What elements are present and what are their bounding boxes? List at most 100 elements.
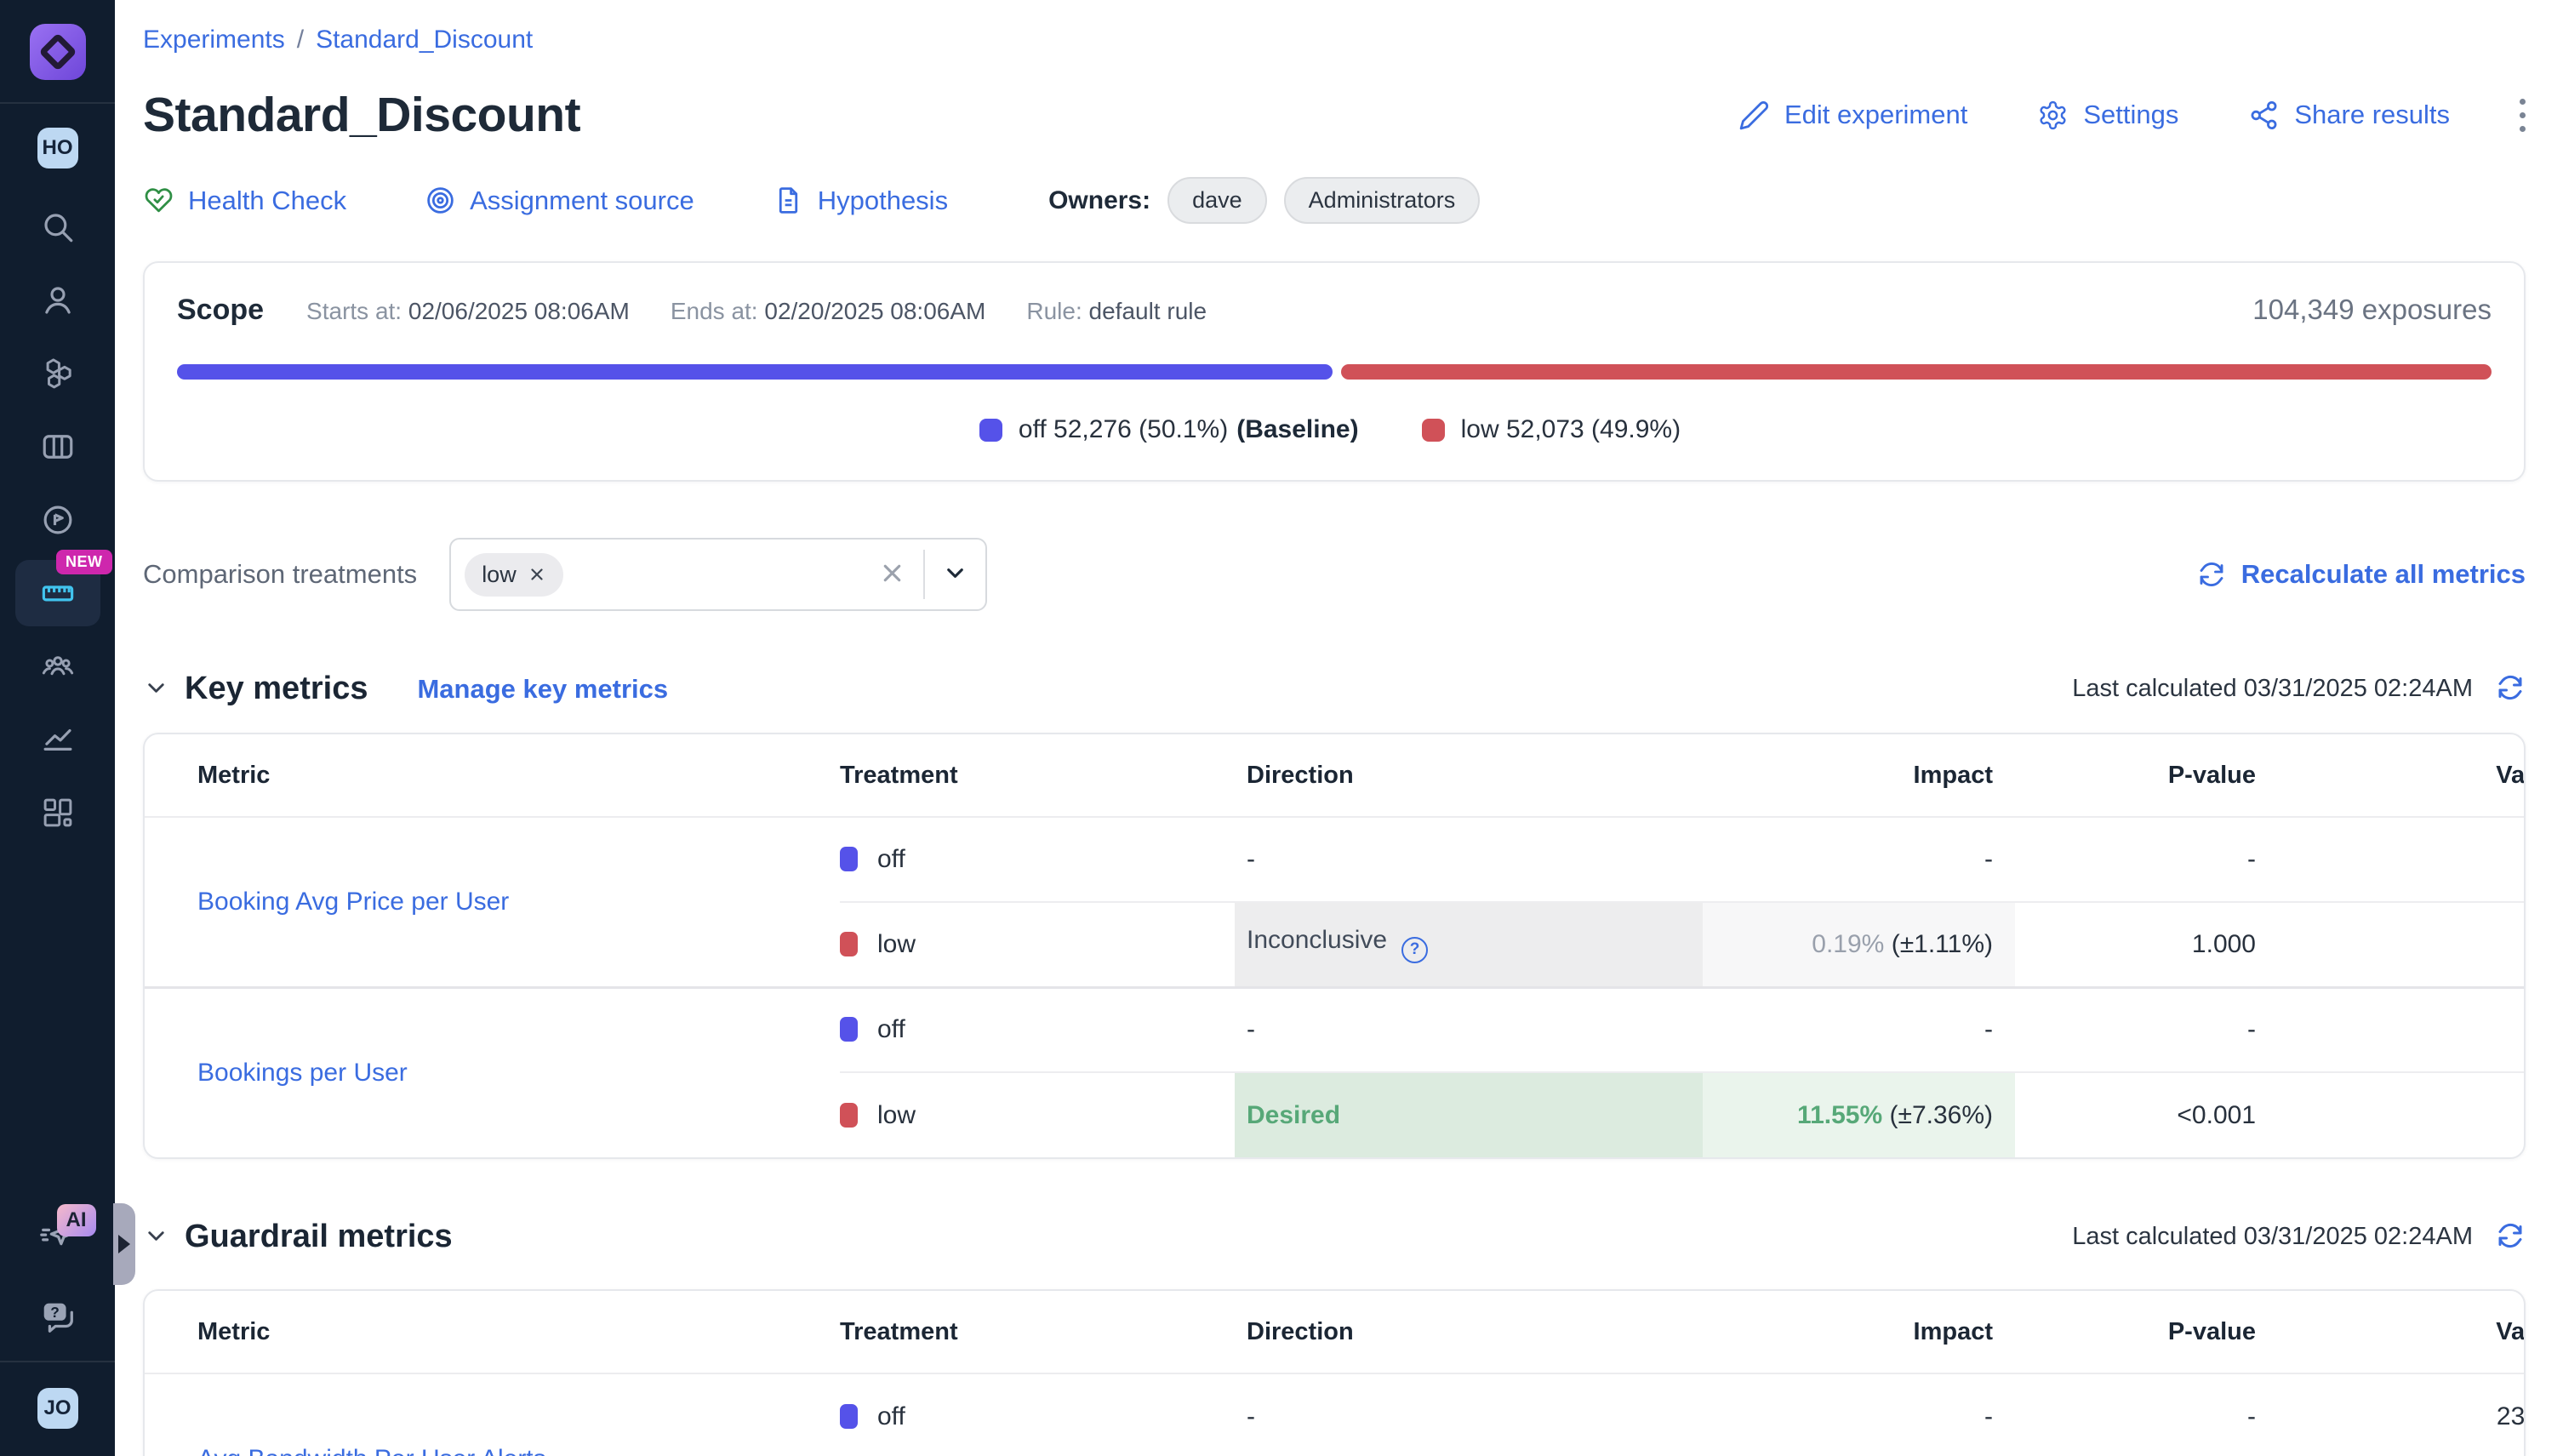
- svg-text:?: ?: [50, 1304, 60, 1321]
- key-metrics-title: Key metrics: [185, 671, 368, 707]
- hypothesis-tag[interactable]: Hypothesis: [773, 185, 948, 216]
- search-icon: [40, 209, 76, 245]
- breadcrumb-current[interactable]: Standard_Discount: [316, 26, 533, 54]
- manage-key-metrics-link[interactable]: Manage key metrics: [417, 674, 668, 705]
- dashboard-grid-icon: [40, 795, 76, 831]
- hexagons-icon: [40, 356, 76, 391]
- workspace-badge[interactable]: HO: [37, 128, 78, 168]
- page-title: Standard_Discount: [143, 87, 580, 143]
- col-treatment: Treatment: [840, 1291, 1235, 1373]
- scope-rule: Rule: default rule: [1026, 298, 1207, 325]
- more-options-button[interactable]: [2520, 99, 2526, 132]
- chip-remove-icon: [528, 565, 546, 584]
- treatment-select[interactable]: low: [449, 538, 987, 611]
- sidebar-item-users[interactable]: [0, 630, 115, 703]
- scope-starts: Starts at: 02/06/2025 08:06AM: [306, 298, 630, 325]
- collapse-guardrail-metrics-button[interactable]: [143, 1223, 169, 1252]
- ai-assistant-button[interactable]: AI: [38, 1218, 77, 1259]
- treatment-swatch: [840, 1017, 858, 1042]
- edit-experiment-button[interactable]: Edit experiment: [1738, 100, 1967, 131]
- treatment-swatch: [840, 847, 858, 871]
- sidebar-item-dashboards[interactable]: [0, 776, 115, 849]
- col-impact: Impact: [1703, 734, 2015, 817]
- exposures-count: 104,349 exposures: [2252, 294, 2492, 326]
- owner-pill[interactable]: dave: [1167, 177, 1267, 224]
- col-direction: Direction: [1235, 1291, 1703, 1373]
- people-group-icon: [40, 648, 76, 684]
- sidebar-item-search[interactable]: [0, 191, 115, 264]
- new-badge: NEW: [56, 550, 112, 574]
- sidebar-divider: [0, 102, 115, 104]
- key-metrics-table: Metric Treatment Direction Impact P-valu…: [145, 734, 2526, 1157]
- treatment-swatch: [840, 1103, 858, 1128]
- title-row: Standard_Discount Edit experiment Settin…: [143, 87, 2526, 143]
- scope-title: Scope: [177, 294, 264, 327]
- guardrail-metrics-card: Metric Treatment Direction Impact P-valu…: [143, 1289, 2526, 1456]
- health-check-tag[interactable]: Health Check: [143, 185, 346, 216]
- treatment-chip-low[interactable]: low: [465, 553, 563, 597]
- guardrail-metrics-header: Guardrail metrics Last calculated 03/31/…: [143, 1219, 2526, 1255]
- col-pvalue: P-value: [2015, 1291, 2278, 1373]
- treatment-swatch: [840, 1404, 858, 1429]
- col-pvalue: P-value: [2015, 734, 2278, 817]
- select-divider: [923, 550, 925, 599]
- direction-help-icon[interactable]: ?: [1401, 937, 1428, 963]
- close-icon: [878, 559, 906, 587]
- breadcrumb-experiments[interactable]: Experiments: [143, 26, 285, 54]
- person-icon: [40, 283, 76, 318]
- owner-pill[interactable]: Administrators: [1284, 177, 1481, 224]
- refresh-icon: [2196, 559, 2227, 590]
- sidebar-item-products[interactable]: [0, 337, 115, 410]
- breadcrumb-separator: /: [297, 26, 304, 54]
- assignment-source-tag[interactable]: Assignment source: [425, 185, 694, 216]
- select-dropdown-button[interactable]: [942, 560, 968, 589]
- sidebar-item-pulse[interactable]: [0, 483, 115, 557]
- clear-selection-button[interactable]: [878, 559, 906, 590]
- sidebar-bottom: AI ? JO: [0, 1218, 115, 1456]
- guardrail-last-calculated: Last calculated 03/31/2025 02:24AM: [2072, 1220, 2526, 1253]
- owners-label: Owners:: [1048, 186, 1150, 215]
- columns-icon: [40, 429, 76, 465]
- breadcrumb: Experiments / Standard_Discount: [143, 26, 2526, 54]
- allocation-legend: off 52,276 (50.1%)(Baseline) low 52,073 …: [177, 415, 2492, 444]
- col-direction: Direction: [1235, 734, 1703, 817]
- refresh-key-metrics-button[interactable]: [2495, 672, 2526, 705]
- sidebar-item-directory[interactable]: [0, 264, 115, 337]
- comparison-row: Comparison treatments low Recalculate al…: [143, 538, 2526, 611]
- sidebar-item-columns[interactable]: [0, 410, 115, 483]
- ai-badge: AI: [57, 1204, 96, 1236]
- user-avatar[interactable]: JO: [37, 1388, 78, 1429]
- refresh-guardrail-metrics-button[interactable]: [2495, 1220, 2526, 1253]
- sidebar: HO NEW: [0, 0, 115, 1456]
- sidebar-item-metrics[interactable]: NEW: [0, 557, 115, 630]
- settings-button[interactable]: Settings: [2037, 100, 2178, 131]
- statsig-logo[interactable]: [30, 24, 86, 80]
- document-icon: [773, 185, 804, 216]
- recalculate-all-button[interactable]: Recalculate all metrics: [2196, 559, 2526, 590]
- metric-link[interactable]: Booking Avg Price per User: [197, 888, 509, 916]
- chevron-down-icon: [143, 675, 169, 701]
- guardrail-metrics-title: Guardrail metrics: [185, 1219, 453, 1255]
- key-metrics-header: Key metrics Manage key metrics Last calc…: [143, 671, 2526, 707]
- main-content: Experiments / Standard_Discount Standard…: [115, 0, 2563, 1456]
- help-chat-button[interactable]: ?: [38, 1297, 77, 1339]
- refresh-icon: [2495, 672, 2526, 703]
- chevron-down-icon: [143, 1223, 169, 1249]
- table-row: Bookings per User off - - - 0.1: [145, 987, 2526, 1072]
- sidebar-item-insights[interactable]: [0, 703, 115, 776]
- legend-item-off: off 52,276 (50.1%)(Baseline): [979, 415, 1359, 444]
- line-chart-icon: [40, 722, 76, 757]
- heart-check-icon: [143, 185, 174, 216]
- share-results-button[interactable]: Share results: [2248, 100, 2450, 131]
- allocation-bar: [177, 364, 2492, 380]
- sidebar-expand-handle[interactable]: [113, 1203, 135, 1285]
- sidebar-divider: [0, 1361, 115, 1362]
- metric-link[interactable]: Bookings per User: [197, 1059, 408, 1087]
- metric-link[interactable]: Avg Bandwidth Per User Alerts: [197, 1445, 546, 1456]
- collapse-key-metrics-button[interactable]: [143, 675, 169, 704]
- refresh-icon: [2495, 1220, 2526, 1251]
- legend-swatch-off: [979, 419, 1002, 442]
- target-icon: [425, 185, 456, 216]
- ruler-icon: [40, 575, 76, 611]
- scope-ends: Ends at: 02/20/2025 08:06AM: [671, 298, 986, 325]
